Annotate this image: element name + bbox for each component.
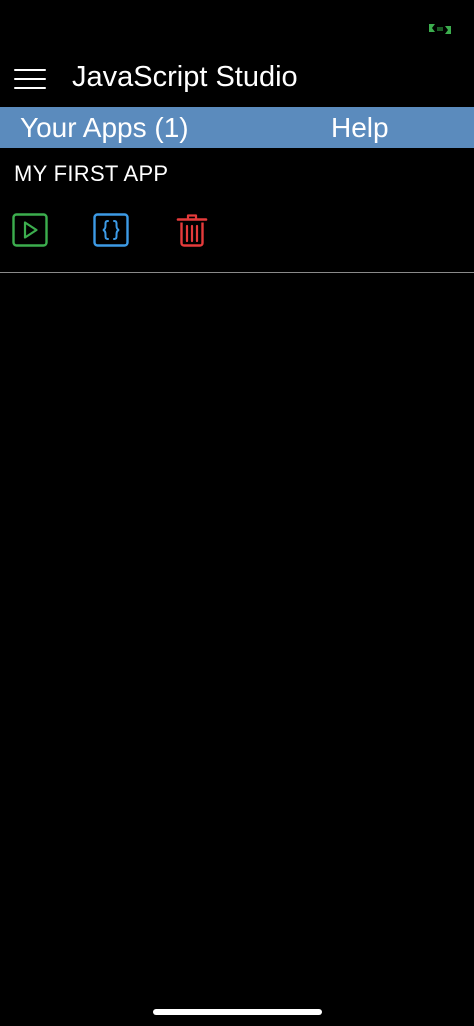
- menu-icon-bar-middle: [14, 78, 46, 80]
- code-braces-icon: [93, 213, 129, 247]
- list-item: MY FIRST APP: [0, 148, 474, 273]
- hamburger-menu-button[interactable]: [10, 60, 50, 96]
- tab-help[interactable]: Help: [331, 107, 389, 148]
- home-indicator[interactable]: [153, 1009, 322, 1015]
- app-list: MY FIRST APP: [0, 148, 474, 273]
- edit-code-button[interactable]: [93, 212, 129, 248]
- menu-icon-bar-top: [14, 69, 46, 71]
- status-indicator-icon: [429, 24, 451, 34]
- menu-icon-bar-bottom: [14, 87, 46, 89]
- run-app-button[interactable]: [12, 212, 48, 248]
- play-icon: [12, 213, 48, 247]
- app-name[interactable]: MY FIRST APP: [14, 160, 168, 188]
- status-bar: [0, 0, 474, 48]
- tab-bar: Your Apps (1) Help: [0, 107, 474, 148]
- app-header: JavaScript Studio: [0, 50, 474, 106]
- tab-your-apps[interactable]: Your Apps (1): [20, 107, 189, 148]
- delete-app-button[interactable]: [174, 212, 210, 248]
- app-title: JavaScript Studio: [72, 61, 298, 93]
- trash-icon: [176, 214, 208, 247]
